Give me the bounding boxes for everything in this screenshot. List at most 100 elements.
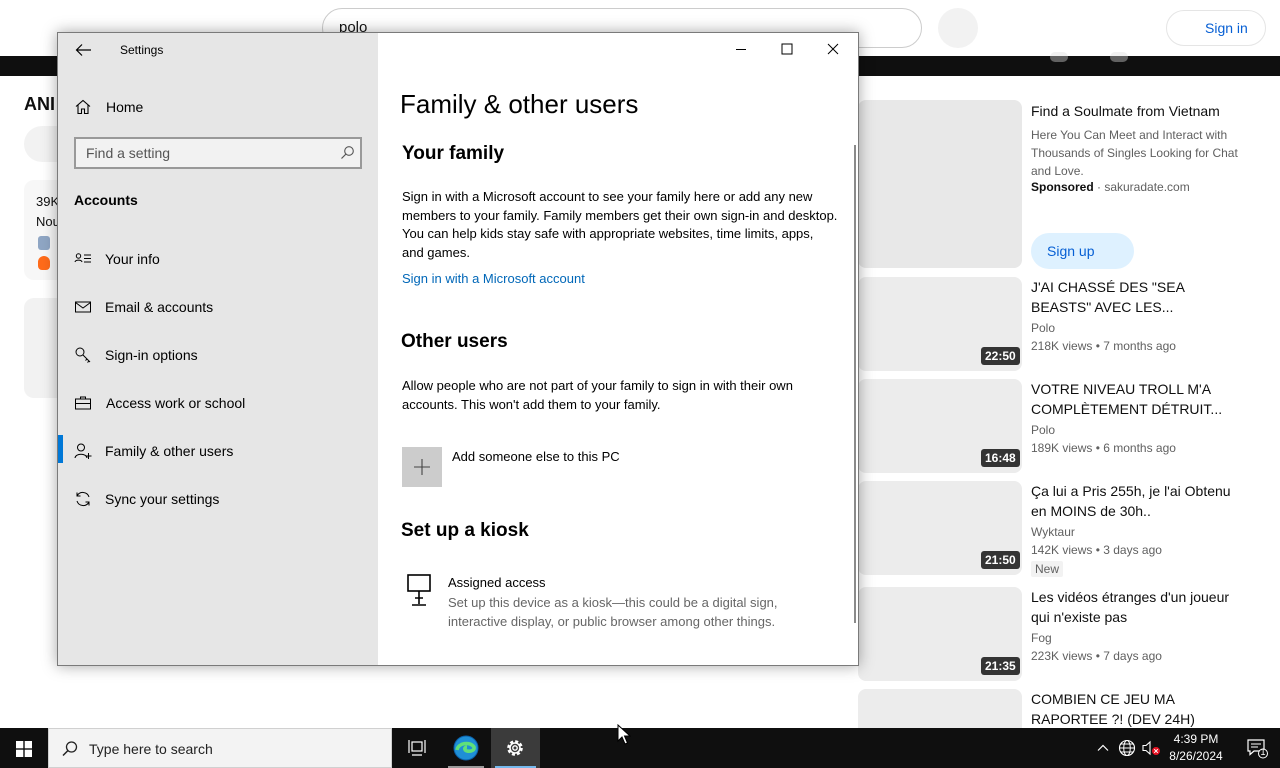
ad-sponsored-line: Sponsored · sakuradate.com	[1031, 180, 1190, 194]
other-users-description: Allow people who are not part of your fa…	[402, 378, 793, 412]
close-button[interactable]	[810, 33, 856, 65]
clock-date: 8/26/2024	[1169, 749, 1223, 763]
video-channel[interactable]: Wyktaur	[1031, 525, 1075, 539]
youtube-sign-in-button[interactable]: Sign in	[1166, 10, 1266, 46]
ad-domain: · sakuradate.com	[1093, 180, 1190, 194]
sign-in-microsoft-link[interactable]: Sign in with a Microsoft account	[402, 271, 585, 286]
video-item[interactable]: 22:50 J'AI CHASSÉ DES "SEA BEASTS" AVEC …	[858, 277, 1258, 373]
close-icon	[827, 43, 839, 55]
video-item[interactable]: 21:35 Les vidéos étranges d'un joueur qu…	[858, 587, 1258, 683]
chevron-up-icon	[1097, 744, 1109, 751]
video-duration: 21:50	[981, 551, 1020, 569]
key-icon	[75, 347, 91, 363]
new-badge: New	[1031, 561, 1064, 577]
taskbar-clock[interactable]: 4:39 PM 8/26/2024	[1160, 731, 1232, 765]
task-view-button[interactable]	[394, 728, 440, 768]
video-title[interactable]: VOTRE NIVEAU TROLL M'A COMPLÈTEMENT DÉTR…	[1031, 379, 1241, 419]
network-button[interactable]	[1116, 728, 1138, 768]
ad-sign-up-button[interactable]: Sign up	[1031, 233, 1134, 269]
add-someone-button[interactable]	[402, 447, 442, 487]
content-scrollbar[interactable]	[854, 145, 856, 623]
settings-taskbar-button[interactable]	[491, 728, 540, 768]
plus-icon	[414, 459, 430, 475]
taskbar-search-box[interactable]: Type here to search	[48, 728, 392, 768]
kiosk-heading: Set up a kiosk	[401, 520, 529, 541]
video-channel[interactable]: Polo	[1031, 423, 1055, 437]
show-hidden-icons-button[interactable]	[1094, 728, 1112, 768]
nav-item-family-other-users[interactable]: Family & other users	[58, 431, 378, 471]
video-duration: 16:48	[981, 449, 1020, 467]
video-item[interactable]: 21:50 Ça lui a Pris 255h, je l'ai Obtenu…	[858, 481, 1258, 577]
nav-item-access-work-school[interactable]: Access work or school	[58, 383, 378, 423]
notification-count: 1	[1260, 747, 1266, 757]
video-duration: 22:50	[981, 347, 1020, 365]
video-channel[interactable]: Polo	[1031, 321, 1055, 335]
video-meta: 223K views • 7 days ago	[1031, 649, 1162, 663]
channel-title: ANI	[24, 94, 55, 114]
nav-item-label: Access work or school	[106, 395, 246, 411]
video-meta: 142K views • 3 days ago	[1031, 543, 1162, 557]
nav-home[interactable]: Home	[58, 89, 378, 125]
mouse-cursor-icon	[617, 724, 631, 745]
edge-taskbar-button[interactable]	[442, 728, 490, 768]
back-button[interactable]	[72, 39, 94, 61]
youtube-sign-in-label: Sign in	[1205, 20, 1248, 36]
nav-item-label: Sign-in options	[105, 347, 198, 363]
taskbar-search-text: Type here to search	[89, 741, 213, 757]
find-setting-input[interactable]	[76, 139, 326, 167]
video-meta: 218K views • 7 months ago	[1031, 339, 1176, 353]
add-person-icon	[74, 443, 92, 459]
ad-sign-up-label: Sign up	[1047, 243, 1095, 259]
fire-icon	[38, 256, 50, 270]
ad-thumbnail[interactable]	[858, 100, 1022, 268]
find-setting-search[interactable]	[74, 137, 362, 169]
sync-icon	[76, 491, 90, 507]
action-center-button[interactable]: 1	[1236, 728, 1280, 768]
window-title: Settings	[120, 43, 164, 57]
video-item[interactable]: 16:48 VOTRE NIVEAU TROLL M'A COMPLÈTEMEN…	[858, 379, 1258, 475]
task-view-icon	[408, 740, 426, 756]
contact-card-icon	[74, 253, 91, 263]
video-title[interactable]: COMBIEN CE JEU MA RAPORTEE ?! (DEV 24H)	[1031, 689, 1241, 728]
video-title[interactable]: Les vidéos étranges d'un joueur qui n'ex…	[1031, 587, 1241, 627]
ad-title[interactable]: Find a Soulmate from Vietnam	[1031, 103, 1261, 119]
other-users-heading: Other users	[401, 331, 508, 352]
video-title[interactable]: J'AI CHASSÉ DES "SEA BEASTS" AVEC LES...	[1031, 277, 1241, 317]
voice-search-button[interactable]	[938, 8, 978, 48]
maximize-icon	[781, 43, 793, 55]
video-title[interactable]: Ça lui a Pris 255h, je l'ai Obtenu en MO…	[1031, 481, 1241, 521]
settings-window: Settings Home Accounts Your info	[57, 32, 859, 666]
assigned-access-title[interactable]: Assigned access	[448, 575, 546, 590]
gear-icon	[507, 740, 523, 756]
edge-icon	[453, 735, 479, 761]
your-family-description: Sign in with a Microsoft account to see …	[402, 189, 838, 260]
video-item[interactable]: COMBIEN CE JEU MA RAPORTEE ?! (DEV 24H)	[858, 689, 1258, 728]
search-icon	[341, 146, 354, 159]
video-thumbnail[interactable]	[858, 689, 1022, 728]
nav-item-sign-in-options[interactable]: Sign-in options	[58, 335, 378, 375]
add-someone-label[interactable]: Add someone else to this PC	[452, 449, 620, 464]
minimize-button[interactable]	[718, 33, 764, 65]
maximize-button[interactable]	[764, 33, 810, 65]
clock-time: 4:39 PM	[1173, 732, 1219, 746]
windows-logo-icon	[16, 741, 32, 757]
start-button[interactable]	[0, 728, 48, 768]
nav-item-your-info[interactable]: Your info	[58, 239, 378, 279]
nav-item-sync-settings[interactable]: Sync your settings	[58, 479, 378, 519]
volume-button[interactable]	[1140, 728, 1162, 768]
back-arrow-icon	[75, 44, 91, 56]
channel-card-line1: 39K	[36, 194, 60, 209]
ad-description: Here You Can Meet and Interact with Thou…	[1031, 128, 1238, 178]
globe-icon	[1118, 739, 1136, 757]
nav-item-email-accounts[interactable]: Email & accounts	[58, 287, 378, 327]
nav-item-label: Email & accounts	[105, 299, 214, 315]
home-icon	[75, 99, 91, 115]
ad-sponsored-label: Sponsored	[1031, 180, 1094, 194]
taskbar: Type here to search 4:39 PM 8/26/2024 1	[0, 728, 1280, 768]
nav-home-label: Home	[106, 99, 144, 115]
nav-item-label: Family & other users	[105, 443, 234, 459]
assigned-access-description: Set up this device as a kiosk—this could…	[448, 595, 778, 629]
kiosk-icon	[407, 574, 431, 606]
video-channel[interactable]: Fog	[1031, 631, 1052, 645]
settings-content-pane: Family & other users Your family Sign in…	[378, 33, 858, 665]
